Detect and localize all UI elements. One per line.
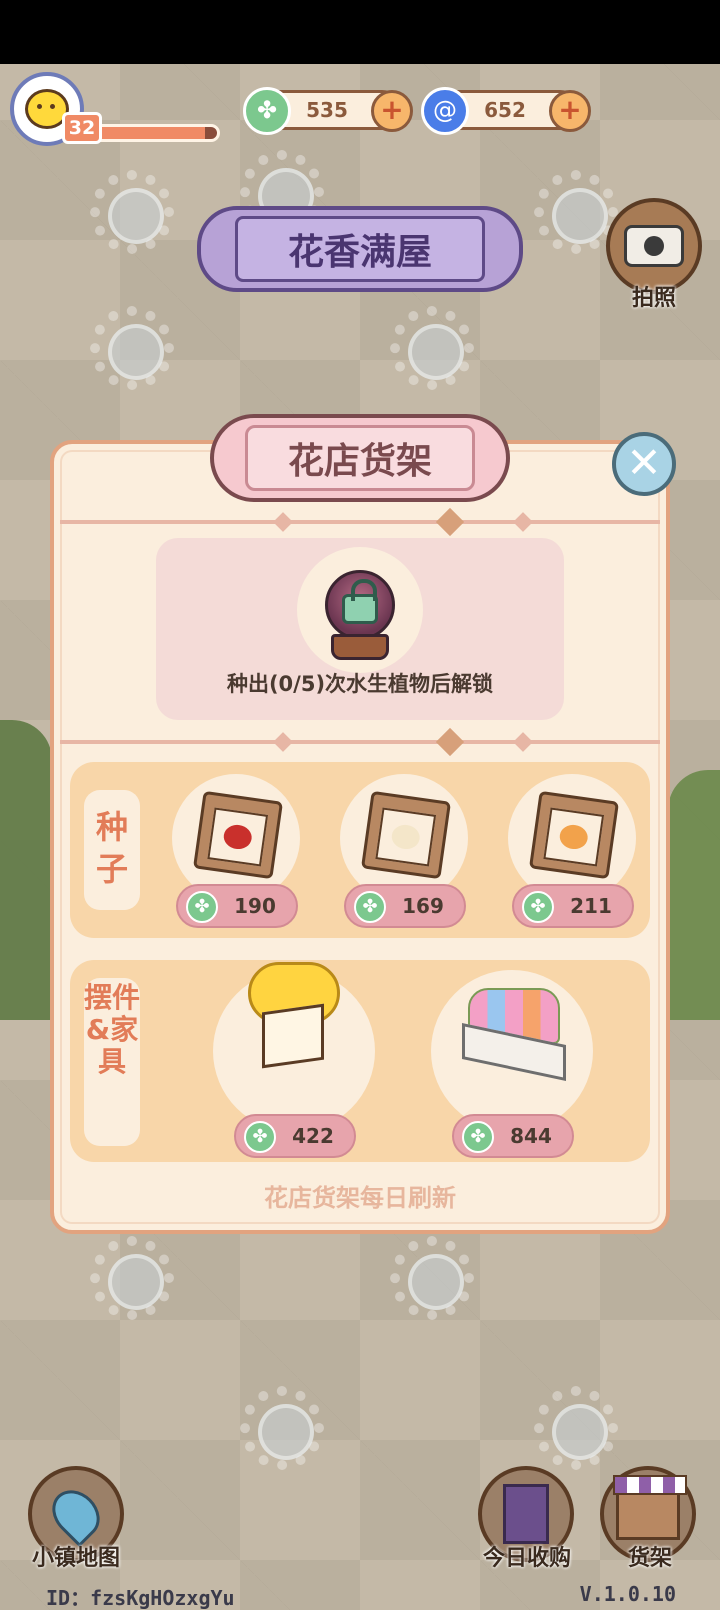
clover-icon: ✤ <box>243 87 291 135</box>
shelf-label: 货架 <box>627 1546 672 1571</box>
orange-flower-seed-icon <box>528 790 620 880</box>
background-sun-decoration <box>90 170 174 254</box>
daily-refresh-note: 花店货架每日刷新 <box>264 1184 456 1212</box>
level-badge: 32 <box>62 112 102 144</box>
add-swirl-button[interactable]: + <box>549 90 591 132</box>
clover-amount: 535 <box>306 98 348 122</box>
xp-bar <box>92 124 220 142</box>
seed-price-button[interactable]: ✤ 190 <box>176 884 298 928</box>
background-sun-decoration <box>390 306 474 390</box>
daily-purchase-label: 今日收购 <box>482 1546 571 1571</box>
clover-icon: ✤ <box>462 1121 494 1153</box>
divider <box>60 520 660 524</box>
swirl-currency: @ 652 + <box>421 87 591 135</box>
flower-planter-box-icon <box>458 984 570 1082</box>
red-flower-seed-icon <box>192 790 284 880</box>
seed-price: 190 <box>234 894 276 918</box>
swirl-amount: 652 <box>484 98 526 122</box>
background-sun-decoration <box>90 306 174 390</box>
seed-price: 211 <box>570 894 612 918</box>
market-stall-icon <box>613 1475 687 1540</box>
right-plant-decoration <box>668 770 720 1020</box>
town-map-label: 小镇地图 <box>31 1546 120 1571</box>
seeds-section-label: 种子 <box>84 790 140 910</box>
clover-icon: ✤ <box>244 1121 276 1153</box>
divider <box>60 740 660 744</box>
close-button[interactable]: ✕ <box>612 432 676 496</box>
water-lily-seed-icon <box>360 790 452 880</box>
shop-name-sign: 花香满屋 <box>197 206 523 292</box>
status-bar <box>0 0 720 64</box>
camera-icon <box>624 225 684 267</box>
background-sun-decoration <box>90 1236 174 1320</box>
clover-currency: ✤ 535 + <box>243 87 413 135</box>
crystal-ball-base <box>331 634 389 660</box>
clover-icon: ✤ <box>186 891 218 923</box>
background-sun-decoration <box>390 1236 474 1320</box>
modal-title: 花店货架 <box>245 425 475 491</box>
shop-name: 花香满屋 <box>235 216 485 282</box>
seed-price: 169 <box>402 894 444 918</box>
decor-section-label: 摆件&家具 <box>84 978 140 1146</box>
decor-price-button[interactable]: ✤ 422 <box>234 1114 356 1158</box>
background-sun-decoration <box>534 1386 618 1470</box>
background-sun-decoration <box>240 1386 324 1470</box>
app-version: V.1.0.10 <box>579 1582 676 1606</box>
decor-price: 422 <box>292 1124 334 1148</box>
left-plant-decoration <box>0 720 52 1020</box>
lock-icon <box>342 579 378 624</box>
user-id: ID：fzsKgHOzxgYu <box>46 1586 235 1610</box>
camera-label: 拍照 <box>631 286 676 311</box>
modal-title-banner: 花店货架 <box>210 414 510 502</box>
clover-icon: ✤ <box>522 891 554 923</box>
swirl-icon: @ <box>421 87 469 135</box>
clover-icon: ✤ <box>354 891 386 923</box>
easel-icon <box>503 1484 549 1544</box>
seed-price-button[interactable]: ✤ 211 <box>512 884 634 928</box>
decor-price-button[interactable]: ✤ 844 <box>452 1114 574 1158</box>
seed-price-button[interactable]: ✤ 169 <box>344 884 466 928</box>
unlock-requirement-text: 种出(0/5)次水生植物后解锁 <box>226 672 494 696</box>
decor-price: 844 <box>510 1124 552 1148</box>
add-clover-button[interactable]: + <box>371 90 413 132</box>
yellow-flower-pot-icon <box>246 962 342 1069</box>
map-pin-icon <box>42 1480 110 1548</box>
xp-bar-fill <box>95 127 205 139</box>
